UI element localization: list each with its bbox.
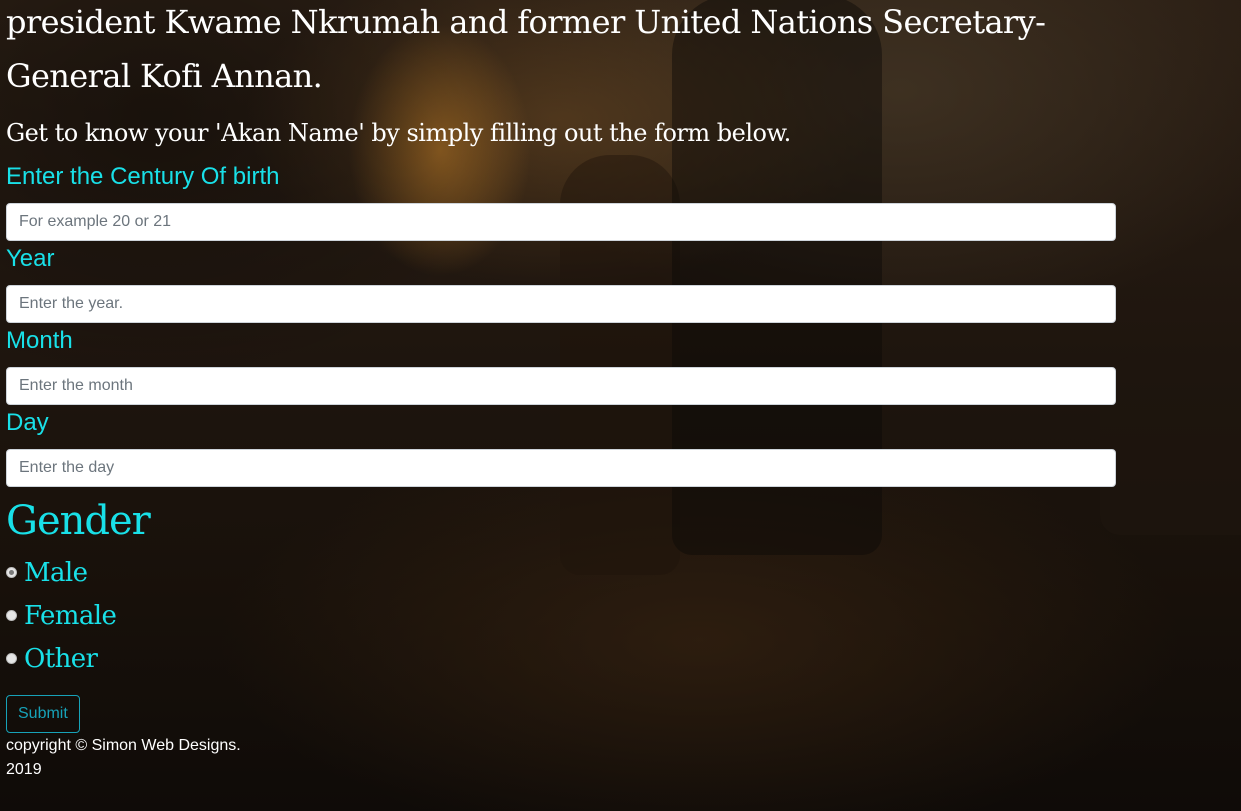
submit-button[interactable]: Submit <box>6 695 80 733</box>
akan-name-form: Enter the Century Of birth Year Month Da… <box>6 163 1235 733</box>
radio-button-other[interactable] <box>6 653 17 664</box>
century-label: Enter the Century Of birth <box>6 163 280 190</box>
year-label: Year <box>6 245 55 272</box>
month-input[interactable] <box>6 367 1116 405</box>
gender-option-male[interactable]: Male <box>6 551 1235 594</box>
gender-option-female[interactable]: Female <box>6 594 1235 637</box>
radio-button-female[interactable] <box>6 610 17 621</box>
gender-options: Male Female Other <box>6 551 1235 680</box>
radio-button-male[interactable] <box>6 567 17 578</box>
page-content: president Kwame Nkrumah and former Unite… <box>0 0 1241 782</box>
footer-copyright: copyright © Simon Web Designs. 2019 <box>6 737 241 778</box>
form-tagline: Get to know your 'Akan Name' by simply f… <box>6 119 791 147</box>
intro-paragraph: president Kwame Nkrumah and former Unite… <box>6 3 1046 95</box>
century-input[interactable] <box>6 203 1116 241</box>
year-input[interactable] <box>6 285 1116 323</box>
gender-heading: Gender <box>6 498 151 544</box>
month-label: Month <box>6 327 73 354</box>
day-input[interactable] <box>6 449 1116 487</box>
gender-option-label: Female <box>24 600 117 631</box>
day-label: Day <box>6 409 49 436</box>
gender-option-label: Male <box>24 557 88 588</box>
gender-option-other[interactable]: Other <box>6 637 1235 680</box>
gender-option-label: Other <box>24 643 98 674</box>
